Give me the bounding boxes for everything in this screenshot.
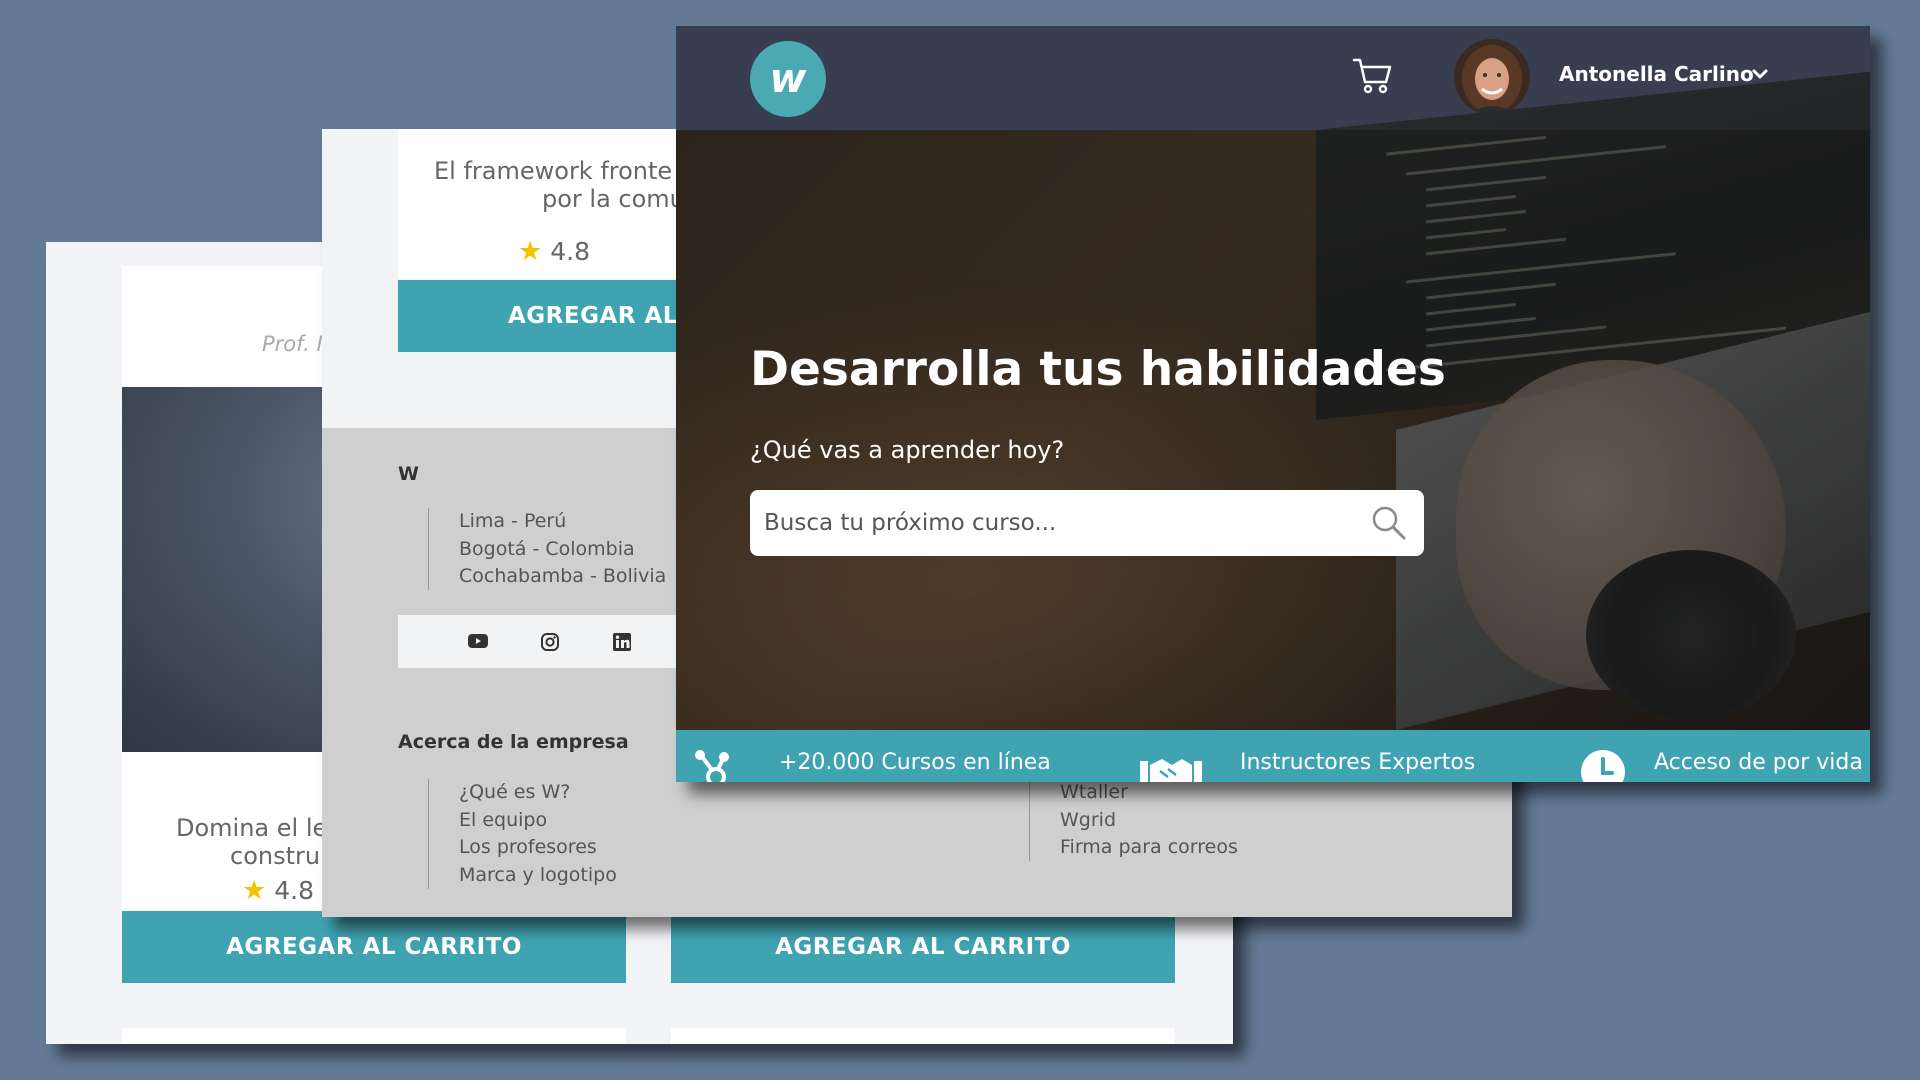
footer-link[interactable]: Wtaller bbox=[1060, 779, 1238, 807]
course-card bbox=[671, 1028, 1175, 1044]
cart-icon[interactable] bbox=[1352, 55, 1392, 95]
location-item: Lima - Perú bbox=[459, 510, 567, 532]
locations-list: Lima - Perú Bogotá - Colombia Cochabamba… bbox=[428, 508, 666, 590]
course-rating: ★ 4.8 bbox=[518, 236, 590, 267]
chevron-down-icon[interactable] bbox=[1752, 68, 1768, 80]
instagram-icon[interactable] bbox=[541, 633, 559, 651]
add-to-cart-button[interactable]: AGREGAR AL CARRITO bbox=[671, 911, 1175, 983]
location-item: Cochabamba - Bolivia bbox=[459, 565, 667, 587]
linkedin-icon[interactable] bbox=[613, 633, 631, 651]
course-rating: ★ 4.8 bbox=[242, 875, 314, 906]
brand-logo[interactable]: w bbox=[750, 41, 826, 117]
products-links-list: Wtaller Wgrid Firma para correos bbox=[1029, 779, 1238, 861]
user-avatar[interactable] bbox=[1454, 39, 1530, 115]
footer-link[interactable]: Wgrid bbox=[1060, 807, 1238, 835]
footer-brand: W bbox=[398, 463, 419, 485]
course-instructor: Prof. I bbox=[262, 332, 323, 356]
youtube-icon[interactable] bbox=[468, 633, 488, 649]
hero-window: w Antonella Carlino Desarrolla tus habil… bbox=[676, 26, 1870, 782]
handshake-icon bbox=[1140, 759, 1202, 782]
footer-link[interactable]: Marca y logotipo bbox=[459, 862, 617, 890]
footer-link[interactable]: Los profesores bbox=[459, 834, 617, 862]
search-input[interactable] bbox=[764, 490, 1354, 556]
feature-label: Acceso de por vida bbox=[1654, 750, 1863, 775]
about-title: Acerca de la empresa bbox=[398, 731, 629, 753]
network-icon bbox=[695, 750, 729, 782]
about-links-list: ¿Qué es W? El equipo Los profesores Marc… bbox=[428, 779, 617, 889]
social-links-bar bbox=[398, 615, 698, 668]
feature-label: +20.000 Cursos en línea bbox=[779, 750, 1051, 775]
footer-link[interactable]: ¿Qué es W? bbox=[459, 779, 617, 807]
hero-title: Desarrolla tus habilidades bbox=[750, 342, 1446, 397]
footer-link[interactable]: Firma para correos bbox=[1060, 834, 1238, 862]
search-icon[interactable] bbox=[1370, 504, 1408, 542]
features-strip: +20.000 Cursos en línea Instructores Exp… bbox=[676, 730, 1870, 782]
feature-label: Instructores Expertos bbox=[1240, 750, 1476, 775]
add-to-cart-button[interactable]: AGREGAR AL CARRITO bbox=[122, 911, 626, 983]
footer-link[interactable]: El equipo bbox=[459, 807, 617, 835]
search-box bbox=[750, 490, 1424, 556]
star-icon: ★ bbox=[518, 236, 543, 267]
star-icon: ★ bbox=[242, 875, 267, 906]
location-item: Bogotá - Colombia bbox=[459, 537, 635, 560]
hero-subtitle: ¿Qué vas a aprender hoy? bbox=[750, 436, 1065, 464]
hero-banner: Desarrolla tus habilidades ¿Qué vas a ap… bbox=[676, 71, 1870, 730]
user-name[interactable]: Antonella Carlino bbox=[1559, 62, 1754, 86]
clock-icon bbox=[1581, 750, 1625, 782]
course-card bbox=[122, 1028, 626, 1044]
